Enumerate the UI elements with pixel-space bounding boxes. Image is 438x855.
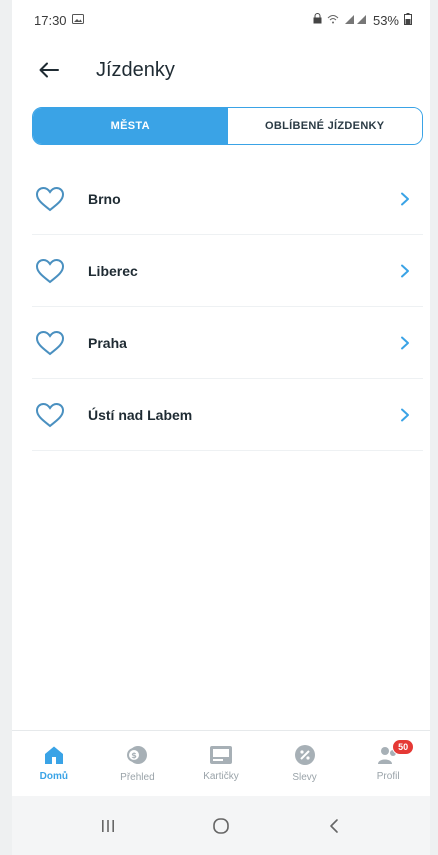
chevron-right-icon (393, 403, 417, 427)
lock-icon (313, 13, 322, 27)
gallery-notification-icon (71, 13, 84, 27)
nav-label: Přehled (120, 772, 155, 783)
back-button[interactable] (32, 53, 66, 87)
nav-label: Profil (376, 771, 400, 782)
battery-icon (404, 12, 412, 28)
chevron-left-icon (329, 818, 338, 833)
signal-icon (344, 14, 368, 27)
page-title: Jízdenky (96, 58, 175, 81)
tab-favorite-tickets[interactable]: OBLÍBENÉ JÍZDENKY (227, 108, 422, 144)
nav-home[interactable]: Domů (12, 731, 96, 796)
wifi-icon (327, 14, 339, 27)
list-item[interactable]: Praha (32, 307, 423, 379)
bottom-navigation: Domů $ Přehled Kartičky Slevy 50 Profil (12, 730, 430, 796)
heart-icon[interactable] (32, 181, 68, 217)
arrow-left-icon (39, 62, 59, 78)
list-item[interactable]: Brno (32, 163, 423, 235)
heart-icon[interactable] (32, 397, 68, 433)
discount-icon (294, 745, 315, 765)
heart-icon[interactable] (32, 253, 68, 289)
nav-overview[interactable]: $ Přehled (96, 731, 180, 796)
nav-label: Kartičky (203, 771, 239, 782)
nav-label: Domů (39, 771, 68, 782)
app-bar: Jízdenky (12, 48, 430, 92)
list-item[interactable]: Ústí nad Labem (32, 379, 423, 451)
city-name: Praha (88, 334, 127, 351)
home-system-button[interactable] (201, 806, 241, 846)
svg-text:$: $ (132, 751, 138, 760)
chevron-right-icon (393, 187, 417, 211)
list-item[interactable]: Liberec (32, 235, 423, 307)
status-bar: 17:30 53% (12, 0, 430, 40)
overview-icon: $ (127, 746, 148, 764)
app-screen: 17:30 53% Jízdenky MĚSTA OBLÍBENÉ JÍZDEN… (12, 0, 430, 855)
heart-icon[interactable] (32, 325, 68, 361)
city-list: Brno Liberec Praha Ústí nad Labem (32, 163, 423, 451)
nav-discounts[interactable]: Slevy (263, 731, 347, 796)
nav-profile[interactable]: 50 Profil (346, 731, 430, 796)
circle-home-icon (213, 817, 229, 834)
battery-percent: 53% (372, 12, 399, 28)
chevron-right-icon (393, 331, 417, 355)
nav-label: Slevy (292, 772, 317, 783)
system-navigation-bar (12, 796, 430, 855)
status-time: 17:30 (34, 12, 67, 28)
chevron-right-icon (393, 259, 417, 283)
city-name: Ústí nad Labem (88, 406, 193, 423)
recent-apps-button[interactable] (88, 806, 128, 846)
cards-icon (209, 746, 232, 764)
nav-cards[interactable]: Kartičky (179, 731, 263, 796)
notification-badge: 50 (392, 739, 415, 755)
city-name: Brno (88, 190, 121, 207)
city-name: Liberec (88, 262, 138, 279)
tab-cities[interactable]: MĚSTA (33, 108, 228, 144)
home-icon (44, 746, 63, 764)
recent-apps-icon (102, 819, 115, 832)
segmented-control: MĚSTA OBLÍBENÉ JÍZDENKY (32, 107, 423, 145)
back-system-button[interactable] (314, 806, 354, 846)
